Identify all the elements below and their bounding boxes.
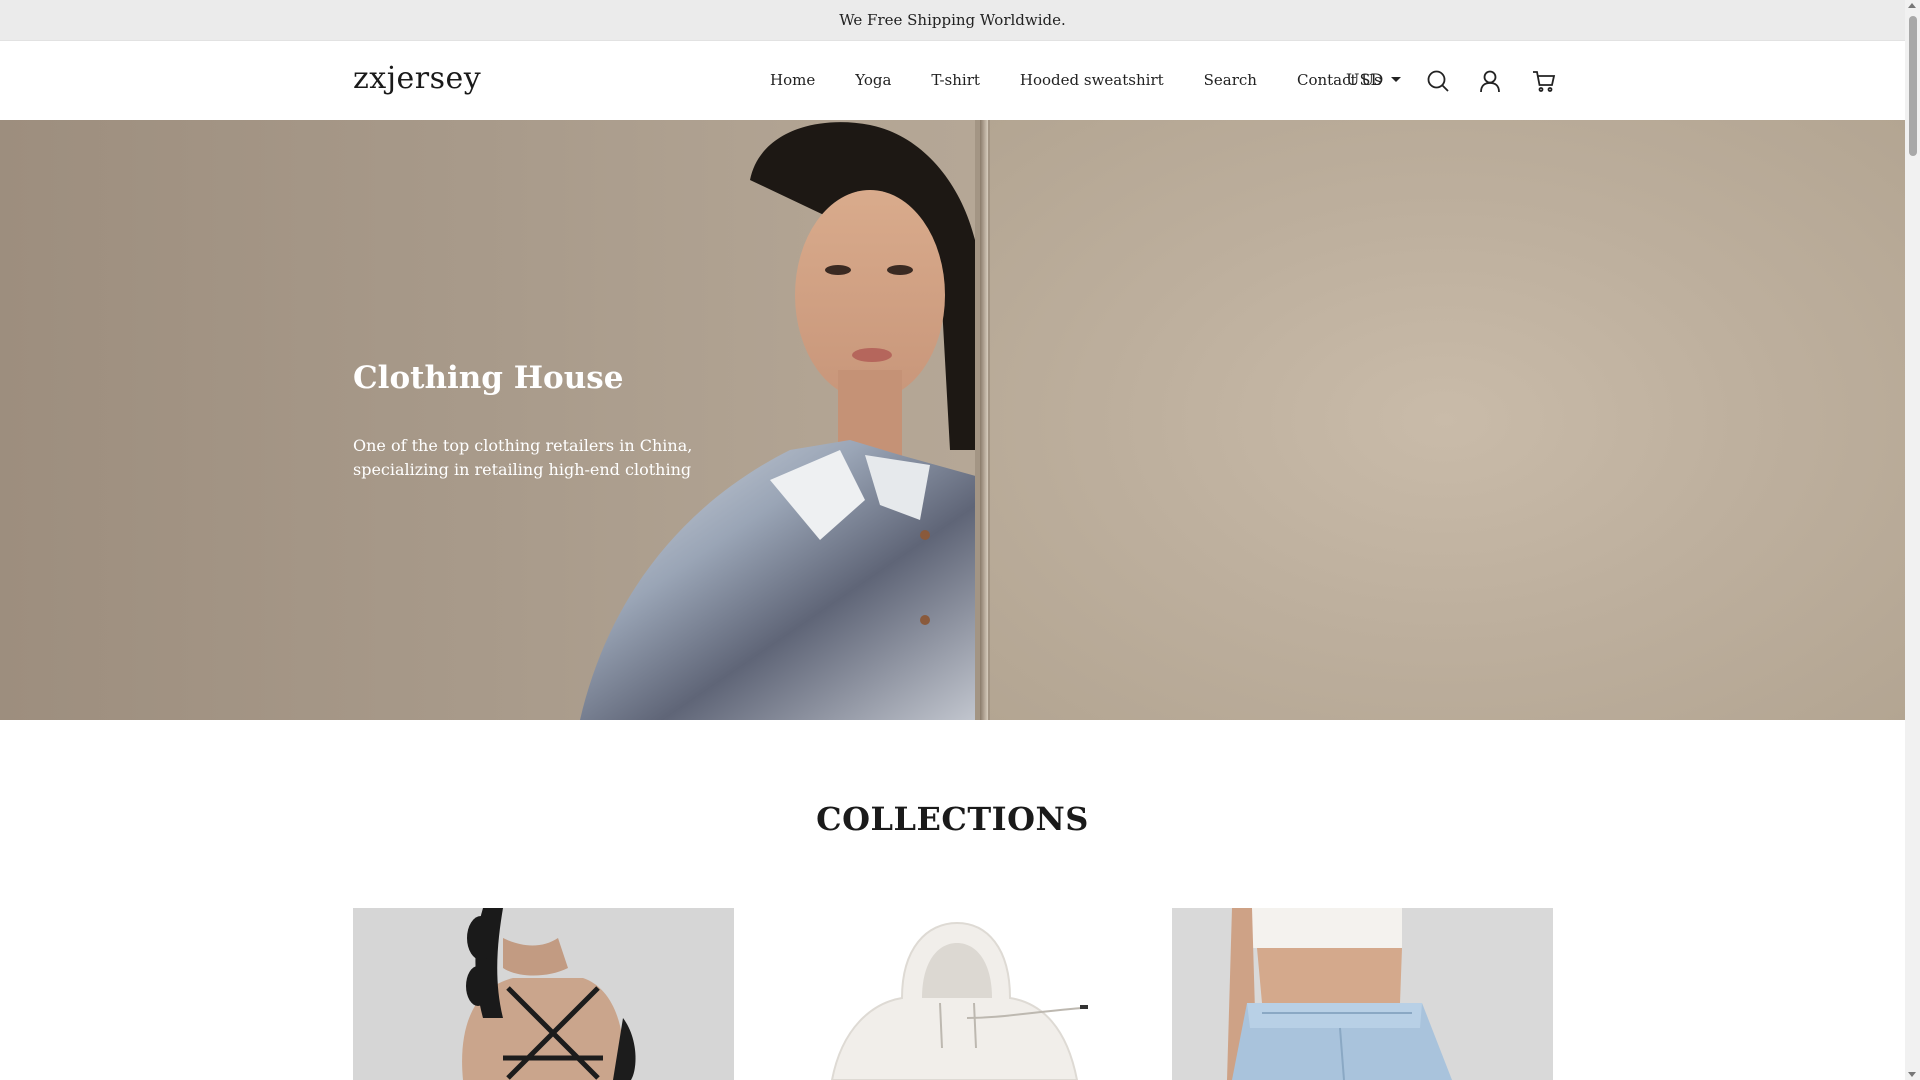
collection-card-hooded-sweatshirt[interactable]	[762, 908, 1143, 1080]
hero-wall-edge	[980, 120, 988, 720]
site-logo[interactable]: zxjersey	[353, 61, 481, 96]
scrollbar-thumb[interactable]	[1909, 16, 1917, 156]
chevron-down-icon	[1391, 77, 1402, 82]
nav-search[interactable]: Search	[1204, 71, 1257, 89]
search-icon[interactable]	[1425, 68, 1451, 94]
currency-label: USD	[1346, 70, 1384, 89]
nav-yoga[interactable]: Yoga	[855, 71, 891, 89]
hero-description: One of the top clothing retailers in Chi…	[353, 436, 693, 479]
hero-model-image	[580, 120, 990, 720]
page-scrollbar[interactable]	[1905, 0, 1920, 1080]
nav-tshirt[interactable]: T-shirt	[931, 71, 980, 89]
nav-home[interactable]: Home	[770, 71, 815, 89]
account-icon[interactable]	[1477, 68, 1503, 94]
cart-icon[interactable]	[1531, 68, 1557, 94]
collections-heading: COLLECTIONS	[816, 800, 1089, 838]
collection-image-trousers	[1172, 908, 1553, 1080]
nav-hooded-sweatshirt[interactable]: Hooded sweatshirt	[1020, 71, 1164, 89]
scroll-up-arrow-icon[interactable]	[1908, 3, 1916, 8]
collection-card-yoga[interactable]	[353, 908, 734, 1080]
collection-image-hoodie	[762, 908, 1143, 1080]
collection-image-yoga	[353, 908, 734, 1080]
announcement-text: We Free Shipping Worldwide.	[839, 11, 1066, 29]
hero-banner: Clothing House One of the top clothing r…	[0, 120, 1905, 720]
main-nav: Home Yoga T-shirt Hooded sweatshirt Sear…	[770, 71, 1422, 89]
currency-selector[interactable]: USD	[1346, 70, 1402, 89]
announcement-bar: We Free Shipping Worldwide.	[0, 0, 1905, 40]
site-header: zxjersey Home Yoga T-shirt Hooded sweats…	[0, 40, 1905, 120]
hero-title: Clothing House	[353, 360, 624, 396]
collection-card-trousers[interactable]	[1172, 908, 1553, 1080]
scroll-down-arrow-icon[interactable]	[1908, 1072, 1916, 1077]
hero-wall-background	[985, 120, 1905, 720]
